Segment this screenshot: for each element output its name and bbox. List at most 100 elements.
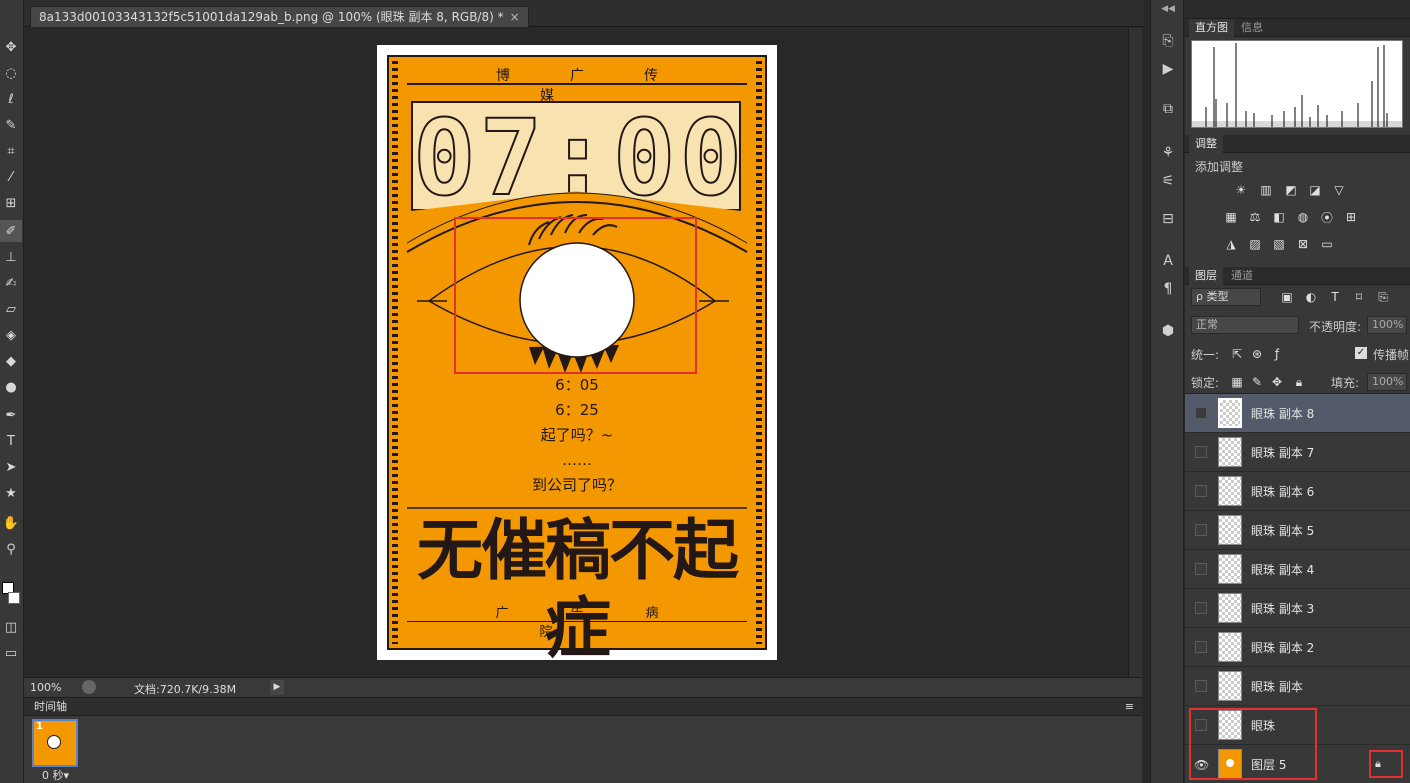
history-brush-tool-icon[interactable]: ✍	[0, 272, 22, 294]
tab-info[interactable]: 信息	[1235, 19, 1269, 37]
blend-mode-select[interactable]: 正常	[1191, 316, 1299, 334]
path-select-tool-icon[interactable]: ➤	[0, 456, 22, 478]
histogram-graph	[1191, 40, 1403, 128]
type-tool-icon[interactable]: T	[0, 430, 22, 452]
paragraph-panel-icon[interactable]: ¶	[1156, 278, 1180, 300]
brightness-icon[interactable]: ☀	[1233, 183, 1249, 197]
dodge-tool-icon[interactable]: ●	[0, 376, 22, 398]
tool-presets-icon[interactable]: ⚟	[1156, 170, 1180, 192]
layer-visibility-toggle[interactable]	[1195, 485, 1207, 497]
layer-visibility-toggle[interactable]	[1195, 524, 1207, 536]
layer-visibility-toggle[interactable]	[1195, 446, 1207, 458]
animation-frame[interactable]: 1	[32, 719, 78, 767]
lock-transparent-icon[interactable]: ▦	[1229, 375, 1245, 389]
color-lookup-icon[interactable]: ⊞	[1343, 210, 1359, 224]
quick-select-tool-icon[interactable]: ✎	[0, 114, 22, 136]
background-color-swatch[interactable]	[8, 592, 20, 604]
selective-color-icon[interactable]: ⊠	[1295, 237, 1311, 251]
layer-filter-kind[interactable]: ρ 类型	[1191, 288, 1261, 306]
hue-saturation-icon[interactable]: ▦	[1223, 210, 1239, 224]
quick-mask-icon[interactable]: ◫	[0, 616, 22, 638]
3d-panel-icon[interactable]: ⬢	[1156, 320, 1180, 342]
gradient-map-icon[interactable]: ▭	[1319, 237, 1335, 251]
crop-tool-icon[interactable]: ⌗	[0, 140, 22, 162]
stamp-tool-icon[interactable]: ⊥	[0, 246, 22, 268]
photo-filter-icon[interactable]: ◍	[1295, 210, 1311, 224]
character-panel-icon[interactable]: A	[1156, 250, 1180, 272]
brush-panel-icon[interactable]: ⚘	[1156, 142, 1180, 164]
vertical-scrollbar[interactable]	[1128, 28, 1142, 677]
layer-visibility-toggle[interactable]	[1195, 602, 1207, 614]
layer-visibility-toggle[interactable]	[1195, 680, 1207, 692]
frame-delay[interactable]: 0 秒▾	[42, 767, 69, 783]
filter-type-icon[interactable]: T	[1327, 290, 1343, 304]
lock-image-icon[interactable]: ✎	[1249, 375, 1265, 389]
layer-row[interactable]: 眼珠 副本 6	[1185, 472, 1410, 511]
status-menu-icon[interactable]	[82, 680, 96, 694]
tab-channels[interactable]: 通道	[1225, 267, 1259, 285]
layer-visibility-toggle[interactable]	[1195, 407, 1207, 419]
tab-histogram[interactable]: 直方图	[1189, 19, 1234, 37]
eyedropper-tool-icon[interactable]: ⁄	[0, 166, 22, 188]
channel-mixer-icon[interactable]: ⦿	[1319, 210, 1335, 225]
color-balance-icon[interactable]: ⚖	[1247, 210, 1263, 224]
close-tab-icon[interactable]: ×	[510, 10, 520, 24]
invert-icon[interactable]: ◮	[1223, 237, 1239, 251]
paint-bucket-tool-icon[interactable]: ◈	[0, 324, 22, 346]
tab-layers[interactable]: 图层	[1189, 267, 1223, 285]
lock-all-icon[interactable]: 🔒︎	[1291, 375, 1307, 389]
healing-tool-icon[interactable]: ⊞	[0, 192, 22, 214]
pen-tool-icon[interactable]: ✒	[0, 404, 22, 426]
opacity-input[interactable]: 100%	[1367, 316, 1407, 334]
propagate-frame-checkbox[interactable]: ✓	[1355, 347, 1367, 359]
filter-adjustment-icon[interactable]: ◐	[1303, 290, 1319, 304]
unify-visibility-icon[interactable]: ⊛	[1249, 347, 1265, 361]
document-tab[interactable]: 8a133d00103343132f5c51001da129ab_b.png @…	[30, 6, 529, 27]
fill-input[interactable]: 100%	[1367, 373, 1407, 391]
vibrance-icon[interactable]: ▽	[1331, 183, 1347, 197]
lasso-tool-icon[interactable]: ℓ	[0, 88, 22, 110]
exposure-icon[interactable]: ◪	[1307, 183, 1323, 197]
schedule-line-5: 到公司了吗？	[531, 476, 622, 494]
screen-mode-icon[interactable]: ▭	[0, 642, 22, 664]
threshold-icon[interactable]: ▧	[1271, 237, 1287, 251]
tab-adjustments[interactable]: 调整	[1189, 135, 1223, 153]
brush-tool-icon[interactable]: ✐	[0, 220, 22, 242]
timeline-title[interactable]: 时间轴	[34, 700, 67, 713]
blur-tool-icon[interactable]: ◆	[0, 350, 22, 372]
filter-pixel-icon[interactable]: ▣	[1279, 290, 1295, 304]
unify-style-icon[interactable]: ƒ	[1269, 347, 1285, 361]
marquee-tool-icon[interactable]: ◌	[0, 62, 22, 84]
zoom-level[interactable]: 100%	[30, 681, 61, 694]
timeline-panel: 时间轴 ≡ 1 0 秒▾	[24, 697, 1142, 783]
layer-row[interactable]: 眼珠 副本 8	[1185, 394, 1410, 433]
posterize-icon[interactable]: ▨	[1247, 237, 1263, 251]
unify-position-icon[interactable]: ⇱	[1229, 347, 1245, 361]
shape-tool-icon[interactable]: ★	[0, 482, 22, 504]
collapse-dock-icon[interactable]: ◀◀	[1151, 4, 1185, 14]
move-tool-icon[interactable]: ✥	[0, 36, 22, 58]
layer-row[interactable]: 眼珠 副本	[1185, 667, 1410, 706]
filter-shape-icon[interactable]: ⌑	[1351, 290, 1367, 304]
history-panel-icon[interactable]: ⎘	[1156, 30, 1180, 52]
filter-smart-object-icon[interactable]: ⎘	[1375, 290, 1391, 304]
levels-icon[interactable]: ▥	[1258, 183, 1274, 197]
lock-position-icon[interactable]: ✥	[1269, 375, 1285, 389]
eraser-tool-icon[interactable]: ▱	[0, 298, 22, 320]
curves-icon[interactable]: ◩	[1283, 183, 1299, 197]
hand-tool-icon[interactable]: ✋	[0, 512, 22, 534]
layer-row[interactable]: 眼珠 副本 7	[1185, 433, 1410, 472]
zoom-tool-icon[interactable]: ⚲	[0, 538, 22, 560]
libraries-panel-icon[interactable]: ⧉	[1156, 98, 1180, 120]
panel-menu-icon[interactable]: ≡	[1125, 698, 1134, 716]
layer-visibility-toggle[interactable]	[1195, 563, 1207, 575]
layer-visibility-toggle[interactable]	[1195, 641, 1207, 653]
clone-source-icon[interactable]: ⊟	[1156, 208, 1180, 230]
layer-row[interactable]: 眼珠 副本 2	[1185, 628, 1410, 667]
black-white-icon[interactable]: ◧	[1271, 210, 1287, 224]
layer-row[interactable]: 眼珠 副本 4	[1185, 550, 1410, 589]
layer-row[interactable]: 眼珠 副本 5	[1185, 511, 1410, 550]
actions-panel-icon[interactable]: ▶	[1156, 58, 1180, 80]
status-arrow-icon[interactable]: ▶	[270, 680, 284, 695]
layer-row[interactable]: 眼珠 副本 3	[1185, 589, 1410, 628]
